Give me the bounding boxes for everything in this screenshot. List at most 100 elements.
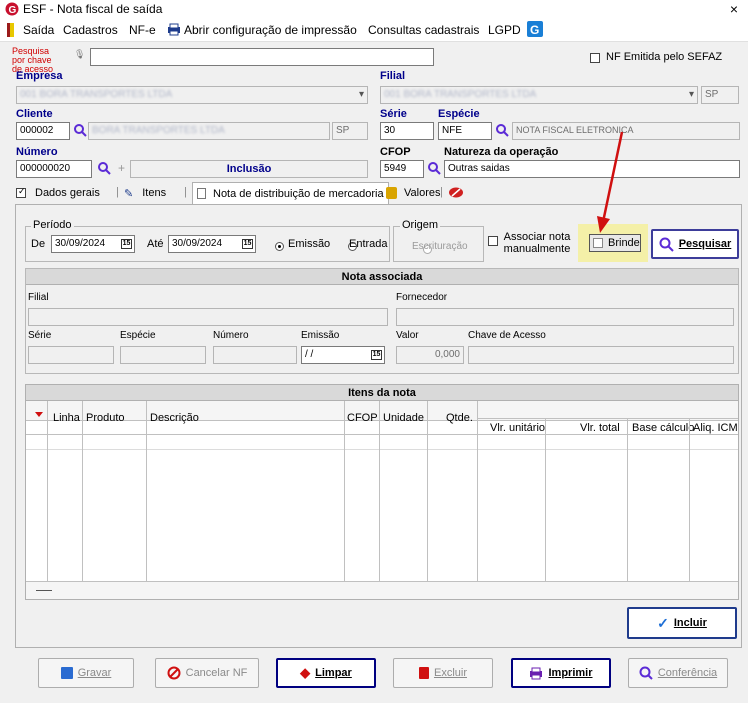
- nf-emitida-label: NF Emitida pelo SEFAZ: [606, 51, 723, 63]
- cliente-label: Cliente: [16, 108, 53, 120]
- search-icon: [659, 237, 674, 252]
- gravar-label: Gravar: [77, 667, 112, 679]
- itens-title: Itens da nota: [26, 385, 738, 401]
- cfop-search-icon[interactable]: [427, 161, 441, 175]
- date-from-input[interactable]: 30/09/2024 15: [51, 235, 135, 253]
- title-bar: G ESF - Nota fiscal de saída ×: [0, 0, 748, 18]
- close-button[interactable]: ×: [730, 1, 738, 17]
- filial-label: Filial: [380, 70, 406, 82]
- incluir-label: Incluir: [673, 617, 707, 629]
- tab-divider: |: [440, 186, 443, 198]
- na-emissao-field[interactable]: / /15: [301, 346, 385, 364]
- incluir-button[interactable]: ✓ Incluir: [627, 607, 737, 639]
- filial-select[interactable]: 001 BORA TRANSPORTES LTDA ▾: [380, 86, 698, 104]
- grid-col-line: [477, 401, 478, 581]
- na-serie-field: [28, 346, 114, 364]
- conferencia-button[interactable]: Conferência: [628, 658, 728, 688]
- tab-itens-label: Itens: [142, 187, 167, 199]
- grid-col-line: [427, 401, 428, 581]
- menu-nfe[interactable]: NF-e: [129, 23, 156, 37]
- col-base-calculo: Base cálculo: [632, 422, 695, 434]
- numero-add-icon[interactable]: +: [118, 161, 125, 175]
- cliente-uf: SP: [332, 122, 368, 140]
- escrituracao-label: Escrituração: [412, 241, 468, 252]
- numero-search-icon[interactable]: [97, 161, 111, 175]
- limpar-button[interactable]: ◆ Limpar: [276, 658, 376, 688]
- header-divider: [26, 434, 738, 435]
- limpar-label: Limpar: [315, 667, 352, 679]
- cancelar-nf-button[interactable]: Cancelar NF: [155, 658, 259, 688]
- grid-col-line: [627, 418, 628, 581]
- especie-search-icon[interactable]: [495, 123, 509, 137]
- menu-abrir-impressao[interactable]: Abrir configuração de impressão: [184, 23, 357, 37]
- na-chave-label: Chave de Acesso: [468, 330, 546, 341]
- gravar-button[interactable]: Gravar: [38, 658, 134, 688]
- extra-tab-icon[interactable]: [448, 186, 464, 199]
- menu-bar: Saída Cadastros NF-e Abrir configuração …: [0, 18, 748, 42]
- associar-checkbox[interactable]: [488, 236, 498, 246]
- col-qtde: Qtde.: [446, 412, 473, 424]
- especie-code-input[interactable]: NFE: [438, 122, 492, 140]
- na-valor-field: 0,000: [396, 346, 464, 364]
- col-unidade: Unidade: [383, 412, 424, 424]
- cliente-name: BORA TRANSPORTES LTDA: [88, 122, 330, 140]
- cfop-label: CFOP: [380, 146, 411, 158]
- empresa-select[interactable]: 001 BORA TRANSPORTES LTDA ▾: [16, 86, 368, 104]
- menu-saida[interactable]: Saída: [23, 23, 54, 37]
- excluir-button[interactable]: Excluir: [393, 658, 493, 688]
- cfop-input[interactable]: 5949: [380, 160, 424, 178]
- brinde-label: Brinde: [608, 237, 640, 249]
- checkbox-icon: ✓: [16, 186, 26, 198]
- tab-valores-label: Valores: [404, 187, 441, 199]
- trash-icon: [418, 667, 429, 679]
- imprimir-label: Imprimir: [548, 667, 593, 679]
- calendar-icon[interactable]: 15: [121, 239, 132, 249]
- serie-input[interactable]: 30: [380, 122, 434, 140]
- search-key-input[interactable]: [90, 48, 434, 66]
- search-icon: [639, 666, 653, 680]
- tab-itens[interactable]: ✎ Itens: [124, 183, 166, 203]
- cancelar-label: Cancelar NF: [185, 667, 248, 679]
- cliente-code-input[interactable]: 000002: [16, 122, 70, 140]
- tab-nota-distribuicao[interactable]: Nota de distribuição de mercadoria: [192, 182, 389, 204]
- calendar-icon[interactable]: 15: [242, 239, 253, 249]
- menu-cadastros[interactable]: Cadastros: [63, 23, 118, 37]
- row-divider: [26, 449, 738, 450]
- document-icon: [197, 188, 206, 199]
- lgpd-g-icon[interactable]: G: [527, 21, 543, 37]
- col-linha: Linha: [53, 412, 80, 424]
- eraser-icon: ◆: [300, 665, 311, 680]
- cliente-search-icon[interactable]: [73, 123, 87, 137]
- de-label: De: [31, 238, 46, 250]
- brinde-checkbox[interactable]: Brinde: [589, 234, 641, 252]
- sort-indicator-icon: [35, 412, 43, 417]
- tab-dados-gerais[interactable]: ✓ Dados gerais: [16, 183, 100, 203]
- menu-lgpd[interactable]: LGPD: [488, 23, 521, 37]
- nf-emitida-checkbox[interactable]: [590, 53, 600, 63]
- nota-associada-title: Nota associada: [26, 269, 738, 285]
- excluir-label: Excluir: [433, 667, 467, 679]
- na-emissao-label: Emissão: [301, 330, 340, 341]
- tab-valores[interactable]: Valores: [386, 183, 440, 203]
- filial-uf: SP: [701, 86, 739, 104]
- natureza-label: Natureza da operação: [444, 146, 559, 158]
- grid-col-line: [82, 401, 83, 581]
- date-to-input[interactable]: 30/09/2024 15: [168, 235, 256, 253]
- na-fornecedor-field: [396, 308, 734, 326]
- emissao-label: Emissão: [288, 238, 331, 250]
- numero-label: Número: [16, 146, 58, 158]
- na-especie-label: Espécie: [120, 330, 156, 341]
- na-especie-field: [120, 346, 206, 364]
- pesquisar-button[interactable]: Pesquisar: [651, 229, 739, 259]
- numero-input[interactable]: 000000020: [16, 160, 92, 178]
- col-vlr-unitario: Vlr. unitário: [490, 422, 546, 434]
- calendar-icon[interactable]: 15: [371, 350, 382, 360]
- tab-divider: |: [116, 186, 119, 198]
- origem-title: Origem: [400, 219, 441, 231]
- emissao-radio[interactable]: [275, 241, 284, 251]
- imprimir-button[interactable]: Imprimir: [511, 658, 611, 688]
- pesquisar-label: Pesquisar: [678, 238, 732, 250]
- cancel-icon: [167, 666, 181, 680]
- menu-consultas[interactable]: Consultas cadastrais: [368, 23, 479, 37]
- tab-nota-distribuicao-label: Nota de distribuição de mercadoria: [213, 187, 384, 200]
